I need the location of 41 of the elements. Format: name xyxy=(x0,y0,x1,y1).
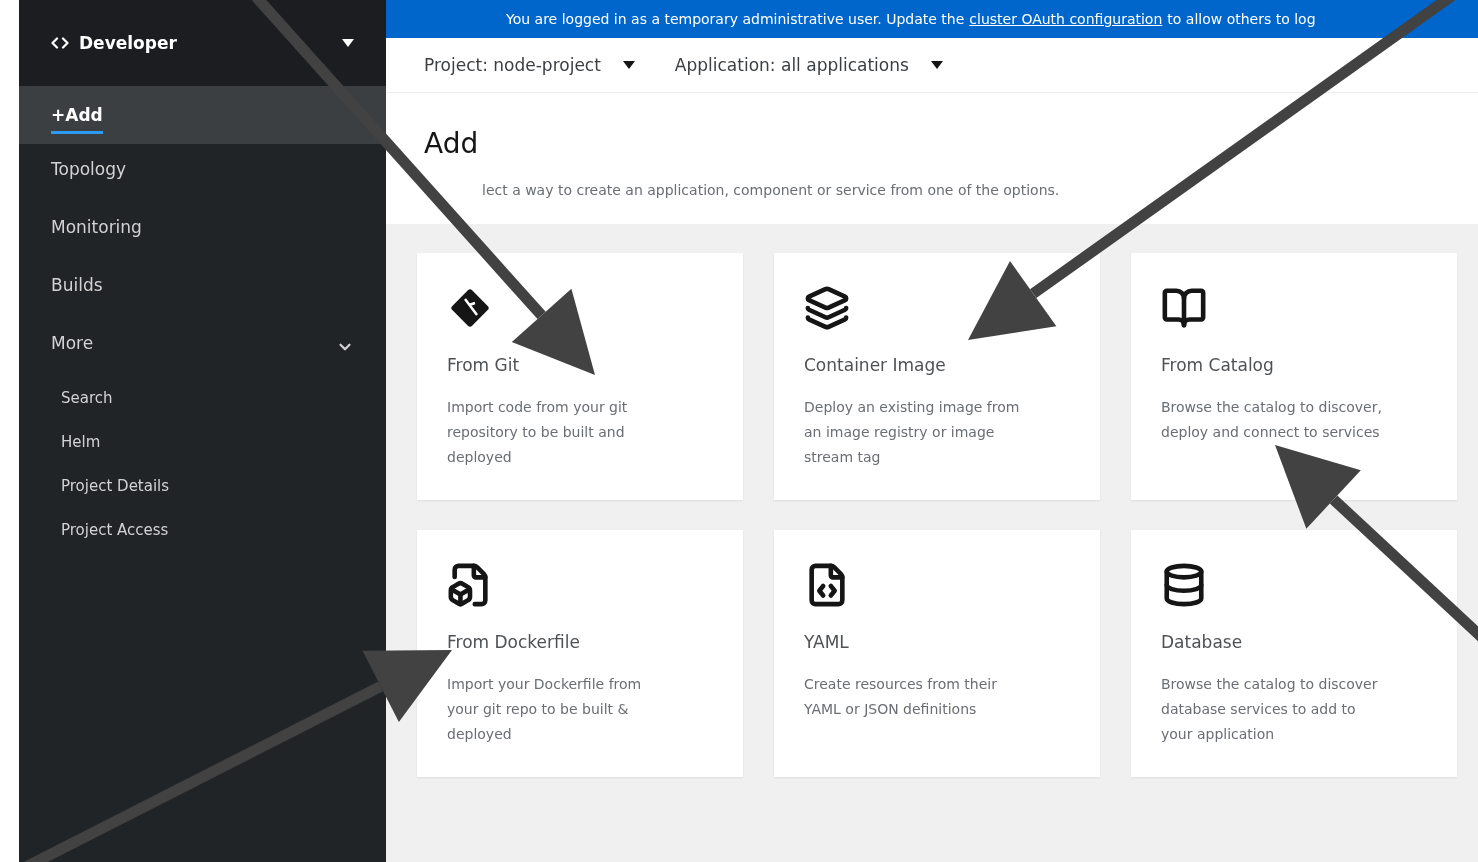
card-description: Create resources from their YAML or JSON definitions xyxy=(804,675,998,719)
perspective-switcher[interactable]: Developer xyxy=(19,0,386,86)
option-card[interactable]: Container Image Deploy an existing image from an image registry or image stream tag xyxy=(774,253,1100,500)
nav-item[interactable]: Helm xyxy=(19,420,386,464)
option-card[interactable]: YAML Create resources from their YAML or JSON definitions xyxy=(774,530,1100,777)
oauth-link[interactable]: cluster OAuth configuration xyxy=(969,11,1163,27)
page-description: lect a way to create an application, component or service from one of the options. xyxy=(482,182,1061,198)
option-card[interactable]: From Dockerfile Import your Dockerfile from your git repo to be built & deployed xyxy=(417,530,743,777)
card-title: YAML xyxy=(804,632,850,652)
code-icon xyxy=(51,34,69,52)
context-dropdown[interactable]: Project: node-project xyxy=(424,55,635,75)
banner-text: You are logged in as a temporary administrative user. Update the xyxy=(506,11,965,27)
caret-icon xyxy=(622,61,635,69)
card-title: From Git xyxy=(447,355,521,375)
card-description: Import your Dockerfile from your git repo to be built & deployed xyxy=(447,675,643,744)
nav-item[interactable]: Project Access xyxy=(19,508,386,552)
nav-item[interactable]: Search xyxy=(19,376,386,420)
card-description: Deploy an existing image from an image registry or image stream tag xyxy=(804,398,1021,467)
card-title: Container Image xyxy=(804,355,947,375)
nav-item[interactable]: Builds xyxy=(19,260,386,318)
layers-icon xyxy=(804,285,850,331)
card-title: Database xyxy=(1161,632,1244,652)
nav-item[interactable]: More xyxy=(19,318,386,376)
card-title: From Catalog xyxy=(1161,355,1275,375)
card-description: Browse the catalog to discover database services to add to your application xyxy=(1161,675,1379,744)
caret-icon xyxy=(342,39,354,47)
option-card[interactable]: Database Browse the catalog to discover database services to add to your application xyxy=(1131,530,1457,777)
context-dropdown[interactable]: Application: all applications xyxy=(674,55,943,75)
option-card[interactable]: From Catalog Browse the catalog to discover, deploy and connect to services xyxy=(1131,253,1457,500)
database-icon xyxy=(1161,562,1207,608)
option-card[interactable]: From Git Import code from your git repository to be built and deployed xyxy=(417,253,743,500)
card-title: From Dockerfile xyxy=(447,632,581,652)
nav-item[interactable]: Topology xyxy=(19,144,386,202)
card-description: Browse the catalog to discover, deploy and connect to services xyxy=(1161,398,1383,442)
nav-item[interactable]: +Add xyxy=(19,86,386,144)
nav-item[interactable]: Monitoring xyxy=(19,202,386,260)
nav-item[interactable]: Project Details xyxy=(19,464,386,508)
page-title: Add xyxy=(424,127,480,160)
banner-text: to allow others to log xyxy=(1167,11,1316,27)
caret-icon xyxy=(930,61,943,69)
card-description: Import code from your git repository to be built and deployed xyxy=(447,398,629,467)
